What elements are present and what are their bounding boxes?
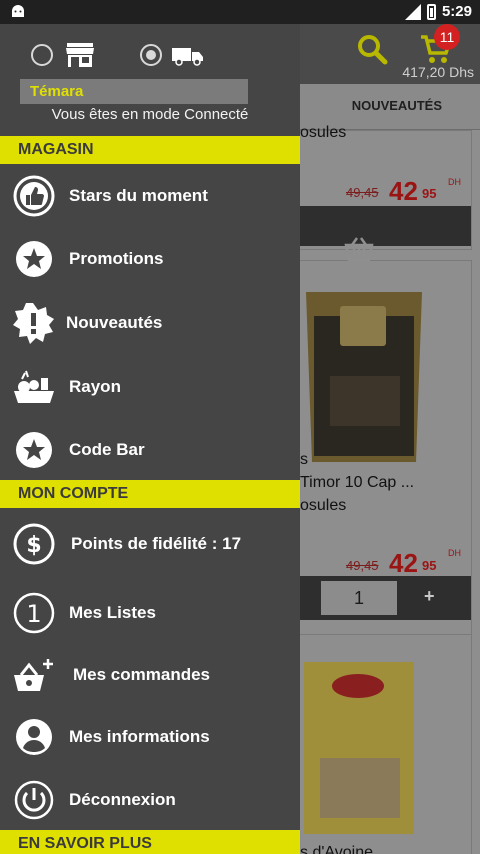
- power-icon: [14, 780, 54, 820]
- basket-icon[interactable]: [344, 236, 374, 262]
- menu-item-stars-du-moment[interactable]: Stars du moment: [0, 166, 300, 226]
- price-integer: 42: [389, 548, 418, 578]
- menu-item-mes-commandes[interactable]: Mes commandes: [0, 645, 300, 705]
- cart-count-badge: 11: [434, 24, 460, 50]
- badge-exclamation-icon: [13, 303, 54, 344]
- tab-nouveautes[interactable]: NOUVEAUTÉS: [352, 98, 442, 113]
- menu-item-label: Nouveautés: [66, 313, 163, 332]
- svg-text:1: 1: [26, 600, 41, 628]
- menu-item-points-fidelite[interactable]: $ Points de fidélité : 17: [0, 514, 300, 574]
- menu-item-label: Stars du moment: [69, 186, 208, 205]
- increase-quantity-button[interactable]: +: [424, 586, 435, 607]
- section-mon-compte: MON COMPTE: [0, 480, 300, 508]
- drawer-header: Témara Vous êtes en mode Connecté: [0, 24, 300, 135]
- user-icon: [16, 719, 52, 755]
- truck-icon: [172, 48, 203, 66]
- clock: 5:29: [441, 3, 472, 20]
- status-bar: 5:29: [0, 0, 480, 24]
- menu-item-label: Mes commandes: [73, 665, 210, 684]
- quantity-field[interactable]: 1: [321, 581, 397, 615]
- old-price: 49,45: [346, 185, 379, 200]
- add-to-cart-bar[interactable]: [300, 206, 471, 246]
- product-brand: s: [300, 451, 308, 468]
- radio-store-pickup[interactable]: [31, 44, 53, 66]
- menu-item-label: Mes informations: [69, 727, 210, 746]
- price-decimal: 95: [422, 558, 437, 573]
- search-icon[interactable]: [356, 33, 388, 65]
- product-image: [304, 662, 414, 834]
- menu-item-label: Mes Listes: [69, 603, 156, 622]
- grocery-icon: [14, 370, 54, 403]
- basket-plus-icon: [14, 659, 53, 691]
- connection-mode-text: Vous êtes en mode Connecté: [51, 106, 249, 123]
- svg-text:$: $: [26, 533, 41, 558]
- section-magasin: MAGASIN: [0, 136, 300, 164]
- navigation-drawer: Témara Vous êtes en mode Connecté MAGASI…: [0, 24, 300, 854]
- star-icon: [16, 432, 52, 468]
- product-name: osules: [300, 497, 347, 514]
- number-one-icon: 1: [13, 592, 55, 634]
- menu-item-label: Promotions: [69, 249, 164, 268]
- product-name: s d'Avoine: [300, 844, 374, 854]
- menu-item-label: Déconnexion: [69, 790, 176, 809]
- menu-item-deconnexion[interactable]: Déconnexion: [0, 770, 300, 830]
- product-name: osules: [300, 124, 347, 141]
- menu-item-code-bar[interactable]: Code Bar: [0, 420, 300, 480]
- battery-icon: [426, 3, 436, 20]
- store-icon: [66, 43, 94, 67]
- radio-home-delivery[interactable]: [140, 44, 162, 66]
- cart-total: 417,20 Dhs: [402, 64, 474, 80]
- currency: DH: [448, 177, 461, 187]
- section-en-savoir-plus: EN SAVOIR PLUS: [0, 830, 300, 854]
- android-icon: [12, 5, 24, 17]
- price-decimal: 95: [422, 186, 437, 201]
- menu-item-rayon[interactable]: Rayon: [0, 357, 300, 417]
- menu-item-label: Rayon: [69, 377, 121, 396]
- product-image: [306, 292, 422, 462]
- menu-item-promotions[interactable]: Promotions: [0, 229, 300, 289]
- city-selector[interactable]: Témara: [20, 79, 248, 104]
- product-name: Timor 10 Cap ...: [300, 474, 415, 491]
- signal-icon: [404, 3, 421, 20]
- menu-item-nouveautes[interactable]: Nouveautés: [0, 293, 300, 353]
- menu-item-label: Points de fidélité : 17: [71, 534, 242, 553]
- dollar-icon: $: [13, 523, 55, 565]
- menu-item-label: Code Bar: [69, 440, 145, 459]
- price-integer: 42: [389, 176, 418, 206]
- menu-item-mes-listes[interactable]: 1 Mes Listes: [0, 583, 300, 643]
- menu-item-mes-informations[interactable]: Mes informations: [0, 707, 300, 767]
- old-price: 49,45: [346, 558, 379, 573]
- currency: DH: [448, 548, 461, 558]
- thumbs-up-icon: [13, 175, 55, 217]
- star-icon: [16, 241, 52, 277]
